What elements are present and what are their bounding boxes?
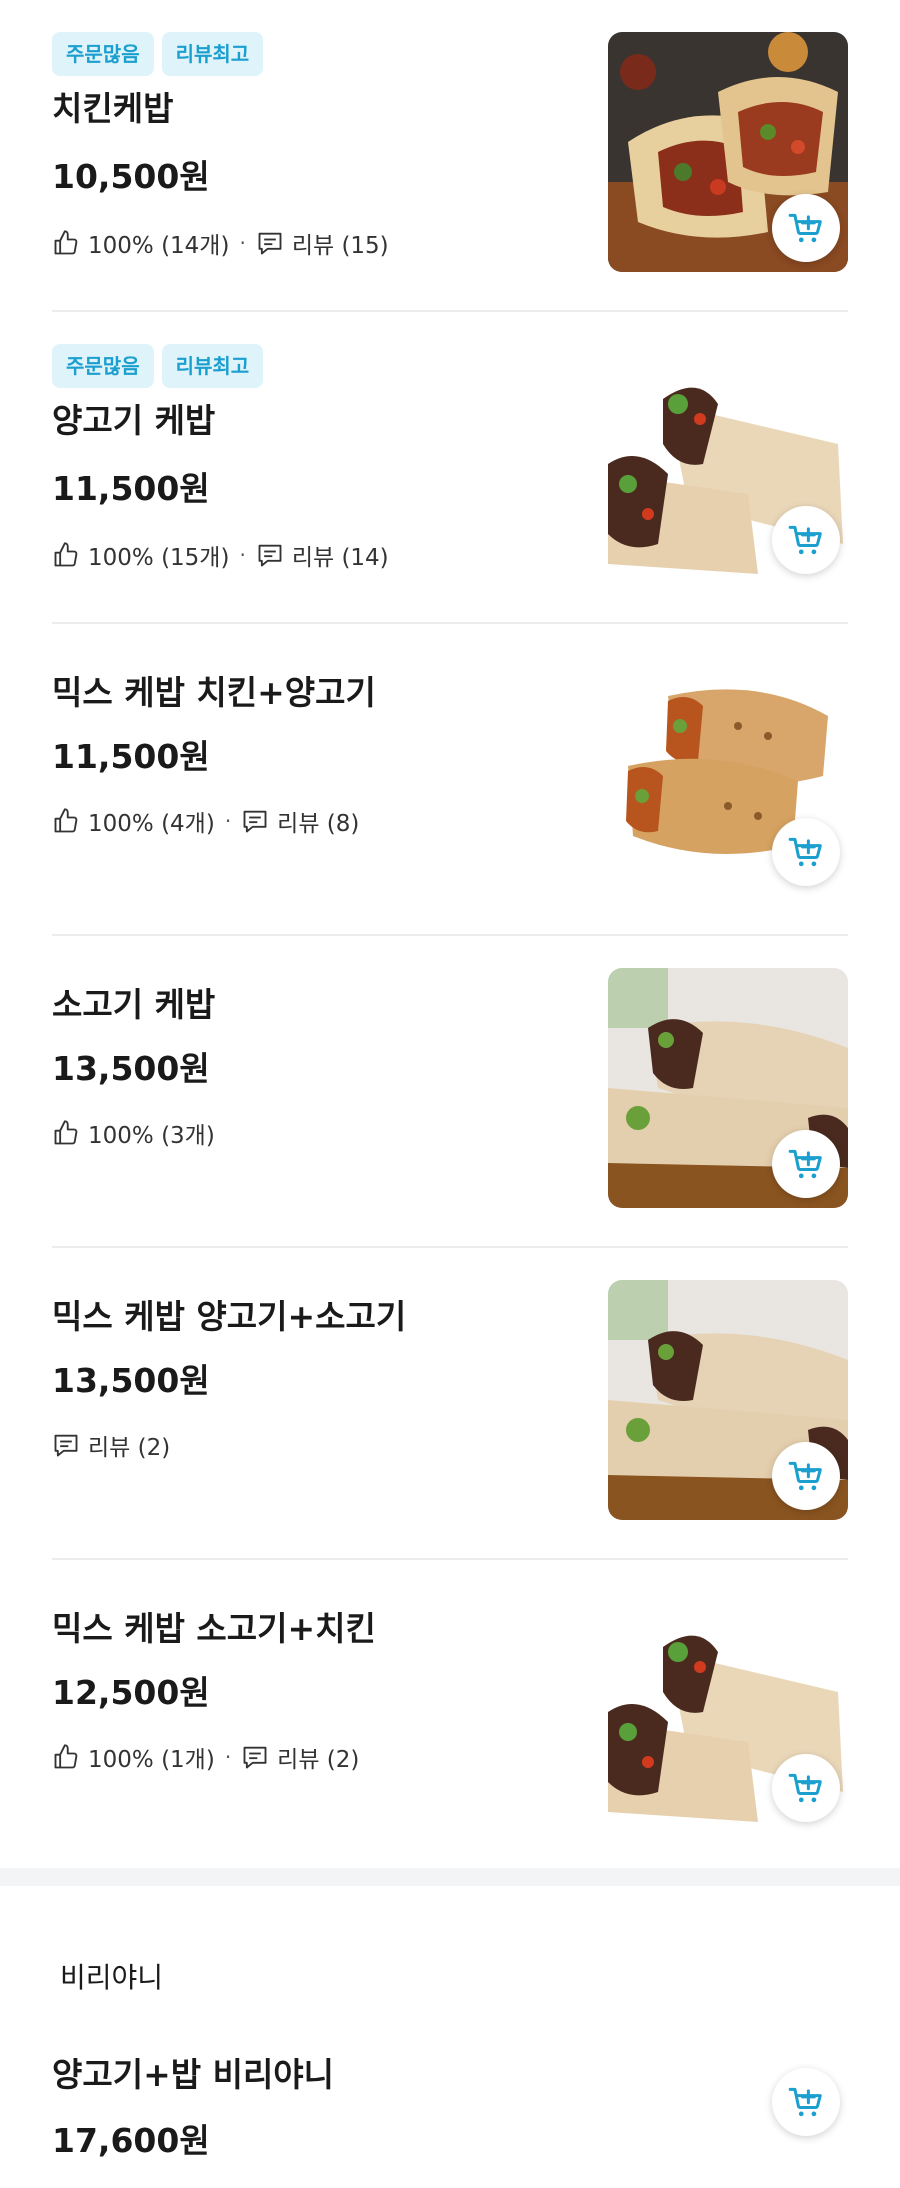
comment-icon: [256, 541, 284, 569]
item-name: 양고기 케밥: [52, 401, 216, 440]
review-text: 리뷰 (14): [291, 545, 389, 571]
review-text: 리뷰 (8): [277, 811, 360, 837]
add-to-cart-icon: [787, 2083, 825, 2121]
item-price: 17,600원: [52, 2121, 210, 2160]
add-to-cart-button[interactable]: [772, 506, 840, 574]
item-stats: 100% (4개) · 리뷰 (8): [52, 804, 359, 838]
review-text: 리뷰 (2): [277, 1747, 360, 1773]
like-text: 100% (15개): [88, 545, 230, 571]
item-price: 12,500원: [52, 1673, 210, 1712]
badge-popular: 주문많음: [52, 32, 154, 76]
separator-dot: ·: [239, 231, 246, 255]
separator-dot: ·: [224, 1745, 232, 1769]
comment-icon: [241, 1743, 269, 1771]
add-to-cart-button[interactable]: [772, 1442, 840, 1510]
badge-best-review: 리뷰최고: [161, 344, 264, 388]
thumbs-up-icon: [52, 807, 80, 835]
review-stat: 리뷰 (8): [241, 804, 359, 838]
like-text: 100% (3개): [88, 1123, 215, 1149]
separator-dot: ·: [224, 809, 232, 833]
review-stat: 리뷰 (15): [256, 226, 389, 260]
item-stats: 리뷰 (2): [52, 1428, 170, 1462]
badge-best-review: 리뷰최고: [161, 32, 264, 76]
add-to-cart-icon: [787, 209, 825, 247]
item-price: 11,500원: [52, 737, 210, 776]
item-name: 양고기+밥 비리야니: [52, 2055, 335, 2094]
thumbs-up-icon: [52, 1119, 80, 1147]
menu-item-mix-kebab-lamb-beef[interactable]: 믹스 케밥 양고기+소고기 13,500원 리뷰 (2): [52, 1248, 848, 1560]
add-to-cart-button[interactable]: [772, 818, 840, 886]
menu-item-lamb-kebab[interactable]: 주문많음 리뷰최고 양고기 케밥 11,500원 100% (15개) · 리뷰…: [52, 312, 848, 624]
like-stat: 100% (1개): [52, 1740, 215, 1774]
item-name: 믹스 케밥 치킨+양고기: [52, 673, 376, 712]
like-stat: 100% (14개): [52, 226, 229, 260]
thumbs-up-icon: [52, 541, 80, 569]
comment-icon: [256, 229, 284, 257]
item-name: 믹스 케밥 소고기+치킨: [52, 1609, 376, 1648]
add-to-cart-icon: [787, 521, 825, 559]
item-stats: 100% (3개): [52, 1116, 215, 1150]
menu-item-beef-kebab[interactable]: 소고기 케밥 13,500원 100% (3개): [52, 936, 848, 1248]
item-stats: 100% (15개) · 리뷰 (14): [52, 538, 389, 572]
comment-icon: [241, 807, 269, 835]
add-to-cart-icon: [787, 1769, 825, 1807]
like-text: 100% (14개): [88, 233, 230, 259]
item-name: 소고기 케밥: [52, 985, 216, 1024]
menu-item-mix-kebab-beef-chicken[interactable]: 믹스 케밥 소고기+치킨 12,500원 100% (1개) · 리뷰 (2): [52, 1560, 848, 1872]
menu-item-lamb-rice-biryani[interactable]: 양고기+밥 비리야니 17,600원: [52, 2030, 848, 2188]
badge-group: 주문많음 리뷰최고: [52, 32, 264, 76]
section-title: 비리야니: [60, 1961, 164, 1994]
item-name: 믹스 케밥 양고기+소고기: [52, 1297, 407, 1336]
item-price: 13,500원: [52, 1361, 210, 1400]
item-price: 13,500원: [52, 1049, 210, 1088]
like-text: 100% (4개): [88, 811, 215, 837]
thumbs-up-icon: [52, 1743, 80, 1771]
review-stat: 리뷰 (14): [256, 538, 389, 572]
add-to-cart-icon: [787, 1145, 825, 1183]
badge-group: 주문많음 리뷰최고: [52, 344, 264, 388]
thumbs-up-icon: [52, 229, 80, 257]
item-stats: 100% (1개) · 리뷰 (2): [52, 1740, 359, 1774]
add-to-cart-icon: [787, 833, 825, 871]
review-stat: 리뷰 (2): [52, 1428, 170, 1462]
comment-icon: [52, 1431, 80, 1459]
like-stat: 100% (15개): [52, 538, 229, 572]
add-to-cart-icon: [787, 1457, 825, 1495]
like-stat: 100% (4개): [52, 804, 215, 838]
badge-popular: 주문많음: [52, 344, 154, 388]
review-stat: 리뷰 (2): [241, 1740, 359, 1774]
add-to-cart-button[interactable]: [772, 1754, 840, 1822]
like-text: 100% (1개): [88, 1747, 215, 1773]
menu-item-mix-kebab-chicken-lamb[interactable]: 믹스 케밥 치킨+양고기 11,500원 100% (4개) · 리뷰 (8): [52, 624, 848, 936]
like-stat: 100% (3개): [52, 1116, 215, 1150]
item-name: 치킨케밥: [52, 89, 174, 128]
item-stats: 100% (14개) · 리뷰 (15): [52, 226, 389, 260]
section-divider: [0, 1868, 900, 1886]
review-text: 리뷰 (15): [291, 233, 389, 259]
add-to-cart-button[interactable]: [772, 194, 840, 262]
add-to-cart-button[interactable]: [772, 1130, 840, 1198]
menu-item-chicken-kebab[interactable]: 주문많음 리뷰최고 치킨케밥 10,500원 100% (14개) · 리뷰 (…: [52, 0, 848, 312]
item-price: 11,500원: [52, 469, 210, 508]
add-to-cart-button[interactable]: [772, 2068, 840, 2136]
item-price: 10,500원: [52, 157, 210, 196]
separator-dot: ·: [239, 543, 246, 567]
review-text: 리뷰 (2): [88, 1435, 171, 1461]
